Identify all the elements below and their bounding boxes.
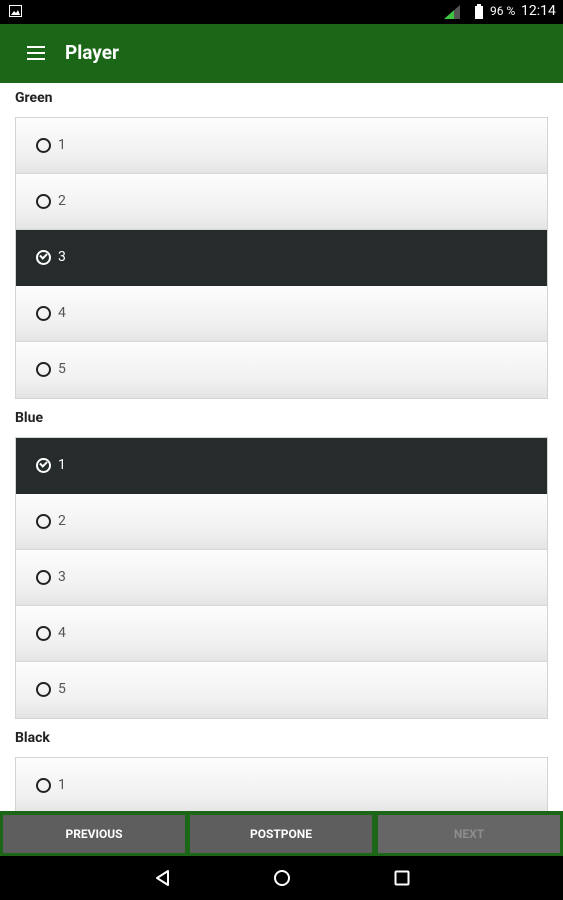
option-blue-2[interactable]: 2 — [16, 494, 547, 550]
action-bar: PREVIOUS POSTPONE NEXT — [0, 811, 563, 856]
radio-icon — [36, 626, 51, 641]
next-button[interactable]: NEXT — [378, 815, 560, 853]
status-bar: 96 % 12:14 — [0, 0, 563, 24]
option-group-black: 1 — [15, 757, 548, 811]
option-green-3[interactable]: 3 — [16, 230, 547, 286]
option-label: 1 — [58, 777, 66, 793]
radio-icon — [36, 514, 51, 529]
radio-icon — [36, 306, 51, 321]
signal-icon — [444, 5, 460, 19]
section-label-black: Black — [15, 730, 50, 746]
back-icon[interactable] — [153, 868, 173, 888]
postpone-button[interactable]: POSTPONE — [190, 815, 372, 853]
option-label: 4 — [58, 625, 66, 641]
navigation-bar — [0, 856, 563, 900]
question-list[interactable]: Green 1 2 3 4 5 Blue 1 2 3 4 5 Black 1 — [0, 83, 563, 811]
battery-percent: 96 % — [490, 4, 516, 18]
app-bar: Player — [0, 24, 563, 83]
option-label: 2 — [58, 193, 66, 209]
radio-icon — [36, 682, 51, 697]
option-label: 3 — [58, 249, 66, 265]
radio-checked-icon — [36, 250, 51, 265]
option-blue-4[interactable]: 4 — [16, 606, 547, 662]
option-label: 2 — [58, 513, 66, 529]
recents-icon[interactable] — [392, 868, 412, 888]
radio-icon — [36, 362, 51, 377]
option-label: 5 — [58, 681, 66, 697]
option-blue-3[interactable]: 3 — [16, 550, 547, 606]
option-label: 1 — [58, 457, 66, 473]
section-label-green: Green — [15, 90, 53, 106]
option-green-4[interactable]: 4 — [16, 286, 547, 342]
option-group-green: 1 2 3 4 5 — [15, 117, 548, 399]
radio-icon — [36, 570, 51, 585]
option-label: 4 — [58, 305, 66, 321]
option-green-2[interactable]: 2 — [16, 174, 547, 230]
clock: 12:14 — [521, 3, 556, 19]
section-label-blue: Blue — [15, 410, 44, 426]
radio-checked-icon — [36, 458, 51, 473]
option-blue-1[interactable]: 1 — [16, 438, 547, 494]
page-title: Player — [65, 41, 119, 64]
radio-icon — [36, 778, 51, 793]
battery-icon — [475, 4, 483, 19]
option-black-1[interactable]: 1 — [16, 758, 547, 811]
option-green-5[interactable]: 5 — [16, 342, 547, 398]
option-group-blue: 1 2 3 4 5 — [15, 437, 548, 719]
home-icon[interactable] — [272, 868, 292, 888]
option-label: 1 — [58, 137, 66, 153]
option-label: 3 — [58, 569, 66, 585]
option-green-1[interactable]: 1 — [16, 118, 547, 174]
hamburger-menu-icon[interactable] — [24, 42, 48, 66]
previous-button[interactable]: PREVIOUS — [3, 815, 185, 853]
option-blue-5[interactable]: 5 — [16, 662, 547, 718]
radio-icon — [36, 194, 51, 209]
radio-icon — [36, 138, 51, 153]
option-label: 5 — [58, 361, 66, 377]
image-icon — [9, 5, 22, 17]
